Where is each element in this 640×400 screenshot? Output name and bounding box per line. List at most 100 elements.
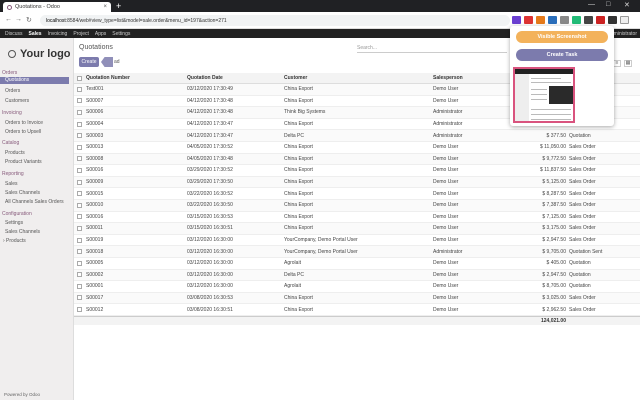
visible-screenshot-button[interactable]: Visible Screenshot bbox=[516, 31, 608, 43]
select-all-checkbox[interactable] bbox=[77, 75, 82, 81]
header-quotation-number[interactable]: Quotation Number bbox=[86, 75, 130, 81]
row-checkbox[interactable] bbox=[77, 249, 82, 255]
url-input[interactable]: localhost:8584/web#view_type=list&model=… bbox=[40, 15, 510, 26]
sidebar-section-orders[interactable]: Orders bbox=[2, 70, 17, 76]
row-checkbox[interactable] bbox=[77, 260, 82, 266]
cell-salesperson: Demo User bbox=[433, 202, 459, 209]
table-row[interactable]: S00005 03/12/2020 16:30:00 Agrolait Demo Us… bbox=[74, 258, 640, 270]
sidebar-section-invoicing[interactable]: Invoicing bbox=[2, 110, 22, 116]
powered-by-odoo[interactable]: Powered by Odoo bbox=[4, 392, 40, 397]
cell-customer: China Export bbox=[284, 155, 313, 162]
table-row[interactable]: S00017 03/08/2020 16:30:53 China Export Dem… bbox=[74, 292, 640, 305]
red-extension-icon[interactable] bbox=[524, 16, 533, 24]
sidebar-item-orders[interactable]: Orders bbox=[5, 88, 74, 94]
maximize-icon[interactable]: □ bbox=[606, 1, 610, 8]
search-input[interactable]: Search... bbox=[357, 45, 507, 53]
row-checkbox[interactable] bbox=[77, 295, 82, 301]
sidebar-section-reporting[interactable]: Reporting bbox=[2, 171, 24, 177]
menu-sales[interactable]: Sales bbox=[29, 31, 42, 37]
list-view-icon[interactable]: ≡ bbox=[613, 60, 621, 67]
table-row[interactable]: S00015 03/22/2020 16:30:52 China Export Dem… bbox=[74, 188, 640, 200]
table-row[interactable]: S00018 03/12/2020 16:30:00 YourCompany, De… bbox=[74, 246, 640, 258]
row-checkbox[interactable] bbox=[77, 121, 82, 127]
cell-total: $ 11,050.00 bbox=[539, 144, 566, 151]
sidebar-item-config-sales-channels[interactable]: Sales Channels bbox=[5, 229, 74, 235]
sidebar-item-orders-to-invoice[interactable]: Orders to Invoice bbox=[5, 120, 74, 126]
sidebar-section-configuration[interactable]: Configuration bbox=[2, 211, 32, 217]
cell-salesperson: Demo User bbox=[433, 155, 459, 162]
sidebar-item-quotations[interactable]: Quotations bbox=[0, 77, 69, 84]
table-row[interactable]: S00011 03/15/2020 16:30:51 China Export Dem… bbox=[74, 223, 640, 235]
row-checkbox[interactable] bbox=[77, 167, 82, 173]
row-checkbox[interactable] bbox=[77, 307, 82, 313]
new-tab-button[interactable]: + bbox=[116, 1, 121, 11]
sidebar-item-product-variants[interactable]: Product Variants bbox=[5, 159, 74, 165]
forward-icon[interactable]: → bbox=[15, 16, 22, 23]
kanban-view-icon[interactable]: ▦ bbox=[624, 60, 632, 67]
sidebar-item-reporting-sales-channels[interactable]: Sales Channels bbox=[5, 190, 74, 196]
table-row[interactable]: S00001 03/12/2020 16:30:00 Agrolait Demo Us… bbox=[74, 281, 640, 293]
row-checkbox[interactable] bbox=[77, 225, 82, 231]
tab-close-icon[interactable]: × bbox=[103, 4, 107, 10]
window-close-icon[interactable]: ✕ bbox=[624, 1, 630, 9]
header-quotation-date[interactable]: Quotation Date bbox=[187, 75, 223, 81]
screenshot-thumbnail[interactable] bbox=[513, 67, 575, 123]
green-extension-icon[interactable] bbox=[572, 16, 581, 24]
blue-extension-icon[interactable] bbox=[548, 16, 557, 24]
menu-settings[interactable]: Settings bbox=[112, 31, 130, 37]
create-task-button[interactable]: Create Task bbox=[516, 49, 608, 61]
table-row[interactable]: S00012 03/08/2020 16:30:51 China Export Dem… bbox=[74, 304, 640, 316]
sidebar-item-customers[interactable]: Customers bbox=[5, 98, 74, 104]
row-checkbox[interactable] bbox=[77, 272, 82, 278]
row-checkbox[interactable] bbox=[77, 179, 82, 185]
menu-invoicing[interactable]: Invoicing bbox=[48, 31, 68, 37]
sidebar-item-all-channels-sales-orders[interactable]: All Channels Sales Orders bbox=[5, 199, 74, 205]
row-checkbox[interactable] bbox=[77, 86, 82, 92]
reload-icon[interactable]: ↻ bbox=[26, 16, 32, 24]
create-button[interactable]: Create bbox=[79, 57, 99, 67]
row-checkbox[interactable] bbox=[77, 98, 82, 104]
header-customer[interactable]: Customer bbox=[284, 75, 307, 81]
table-row[interactable]: S00009 03/29/2020 17:30:50 China Export Dem… bbox=[74, 176, 640, 189]
row-checkbox[interactable] bbox=[77, 156, 82, 162]
sidebar-section-catalog[interactable]: Catalog bbox=[2, 140, 19, 146]
table-row[interactable]: S00003 04/12/2020 17:30:47 Delta PC Adminis… bbox=[74, 130, 640, 142]
header-salesperson[interactable]: Salesperson bbox=[433, 75, 463, 81]
sidebar-item-settings[interactable]: Settings bbox=[5, 220, 74, 226]
table-row[interactable]: S00016 03/29/2020 17:30:52 China Export Dem… bbox=[74, 165, 640, 177]
table-row[interactable]: S00010 03/22/2020 16:30:50 China Export Dem… bbox=[74, 199, 640, 212]
table-row[interactable]: S00016 03/15/2020 16:30:53 China Export Dem… bbox=[74, 212, 640, 224]
table-row[interactable]: S00019 03/12/2020 16:30:00 YourCompany, De… bbox=[74, 235, 640, 247]
row-checkbox[interactable] bbox=[77, 109, 82, 115]
profile-icon[interactable] bbox=[620, 16, 629, 24]
sidebar-item-config-products[interactable]: › Products bbox=[3, 238, 72, 244]
row-checkbox[interactable] bbox=[77, 283, 82, 289]
menu-project[interactable]: Project bbox=[73, 31, 89, 37]
youtube-extension-icon[interactable] bbox=[596, 16, 605, 24]
row-checkbox[interactable] bbox=[77, 202, 82, 208]
sidebar-item-reporting-sales[interactable]: Sales bbox=[5, 181, 74, 187]
cell-customer: China Export bbox=[284, 86, 313, 93]
menu-discuss[interactable]: Discuss bbox=[5, 31, 23, 37]
browser-tab[interactable]: Quotations - Odoo × bbox=[3, 2, 111, 12]
row-checkbox[interactable] bbox=[77, 237, 82, 243]
screenshot-extension-icon[interactable] bbox=[608, 16, 617, 24]
pen-extension-icon[interactable] bbox=[512, 16, 521, 24]
footer-total: 124,021.00 bbox=[540, 317, 566, 324]
row-checkbox[interactable] bbox=[77, 191, 82, 197]
dark-extension-icon[interactable] bbox=[584, 16, 593, 24]
table-row[interactable]: S00002 03/12/2020 16:30:00 Delta PC Demo Us… bbox=[74, 269, 640, 282]
orange-extension-icon[interactable] bbox=[536, 16, 545, 24]
row-checkbox[interactable] bbox=[77, 214, 82, 220]
sidebar-item-products[interactable]: Products bbox=[5, 150, 74, 156]
back-icon[interactable]: ← bbox=[5, 16, 12, 23]
menu-apps[interactable]: Apps bbox=[95, 31, 106, 37]
table-row[interactable]: S00013 04/05/2020 17:30:52 China Export Dem… bbox=[74, 142, 640, 154]
row-checkbox[interactable] bbox=[77, 133, 82, 139]
sidebar-item-orders-to-upsell[interactable]: Orders to Upsell bbox=[5, 129, 74, 135]
upload-button[interactable]: ad bbox=[101, 57, 131, 67]
row-checkbox[interactable] bbox=[77, 144, 82, 150]
grey-extension-icon[interactable] bbox=[560, 16, 569, 24]
table-row[interactable]: S00008 04/05/2020 17:30:48 China Export Dem… bbox=[74, 153, 640, 166]
minimize-icon[interactable]: — bbox=[588, 1, 595, 8]
